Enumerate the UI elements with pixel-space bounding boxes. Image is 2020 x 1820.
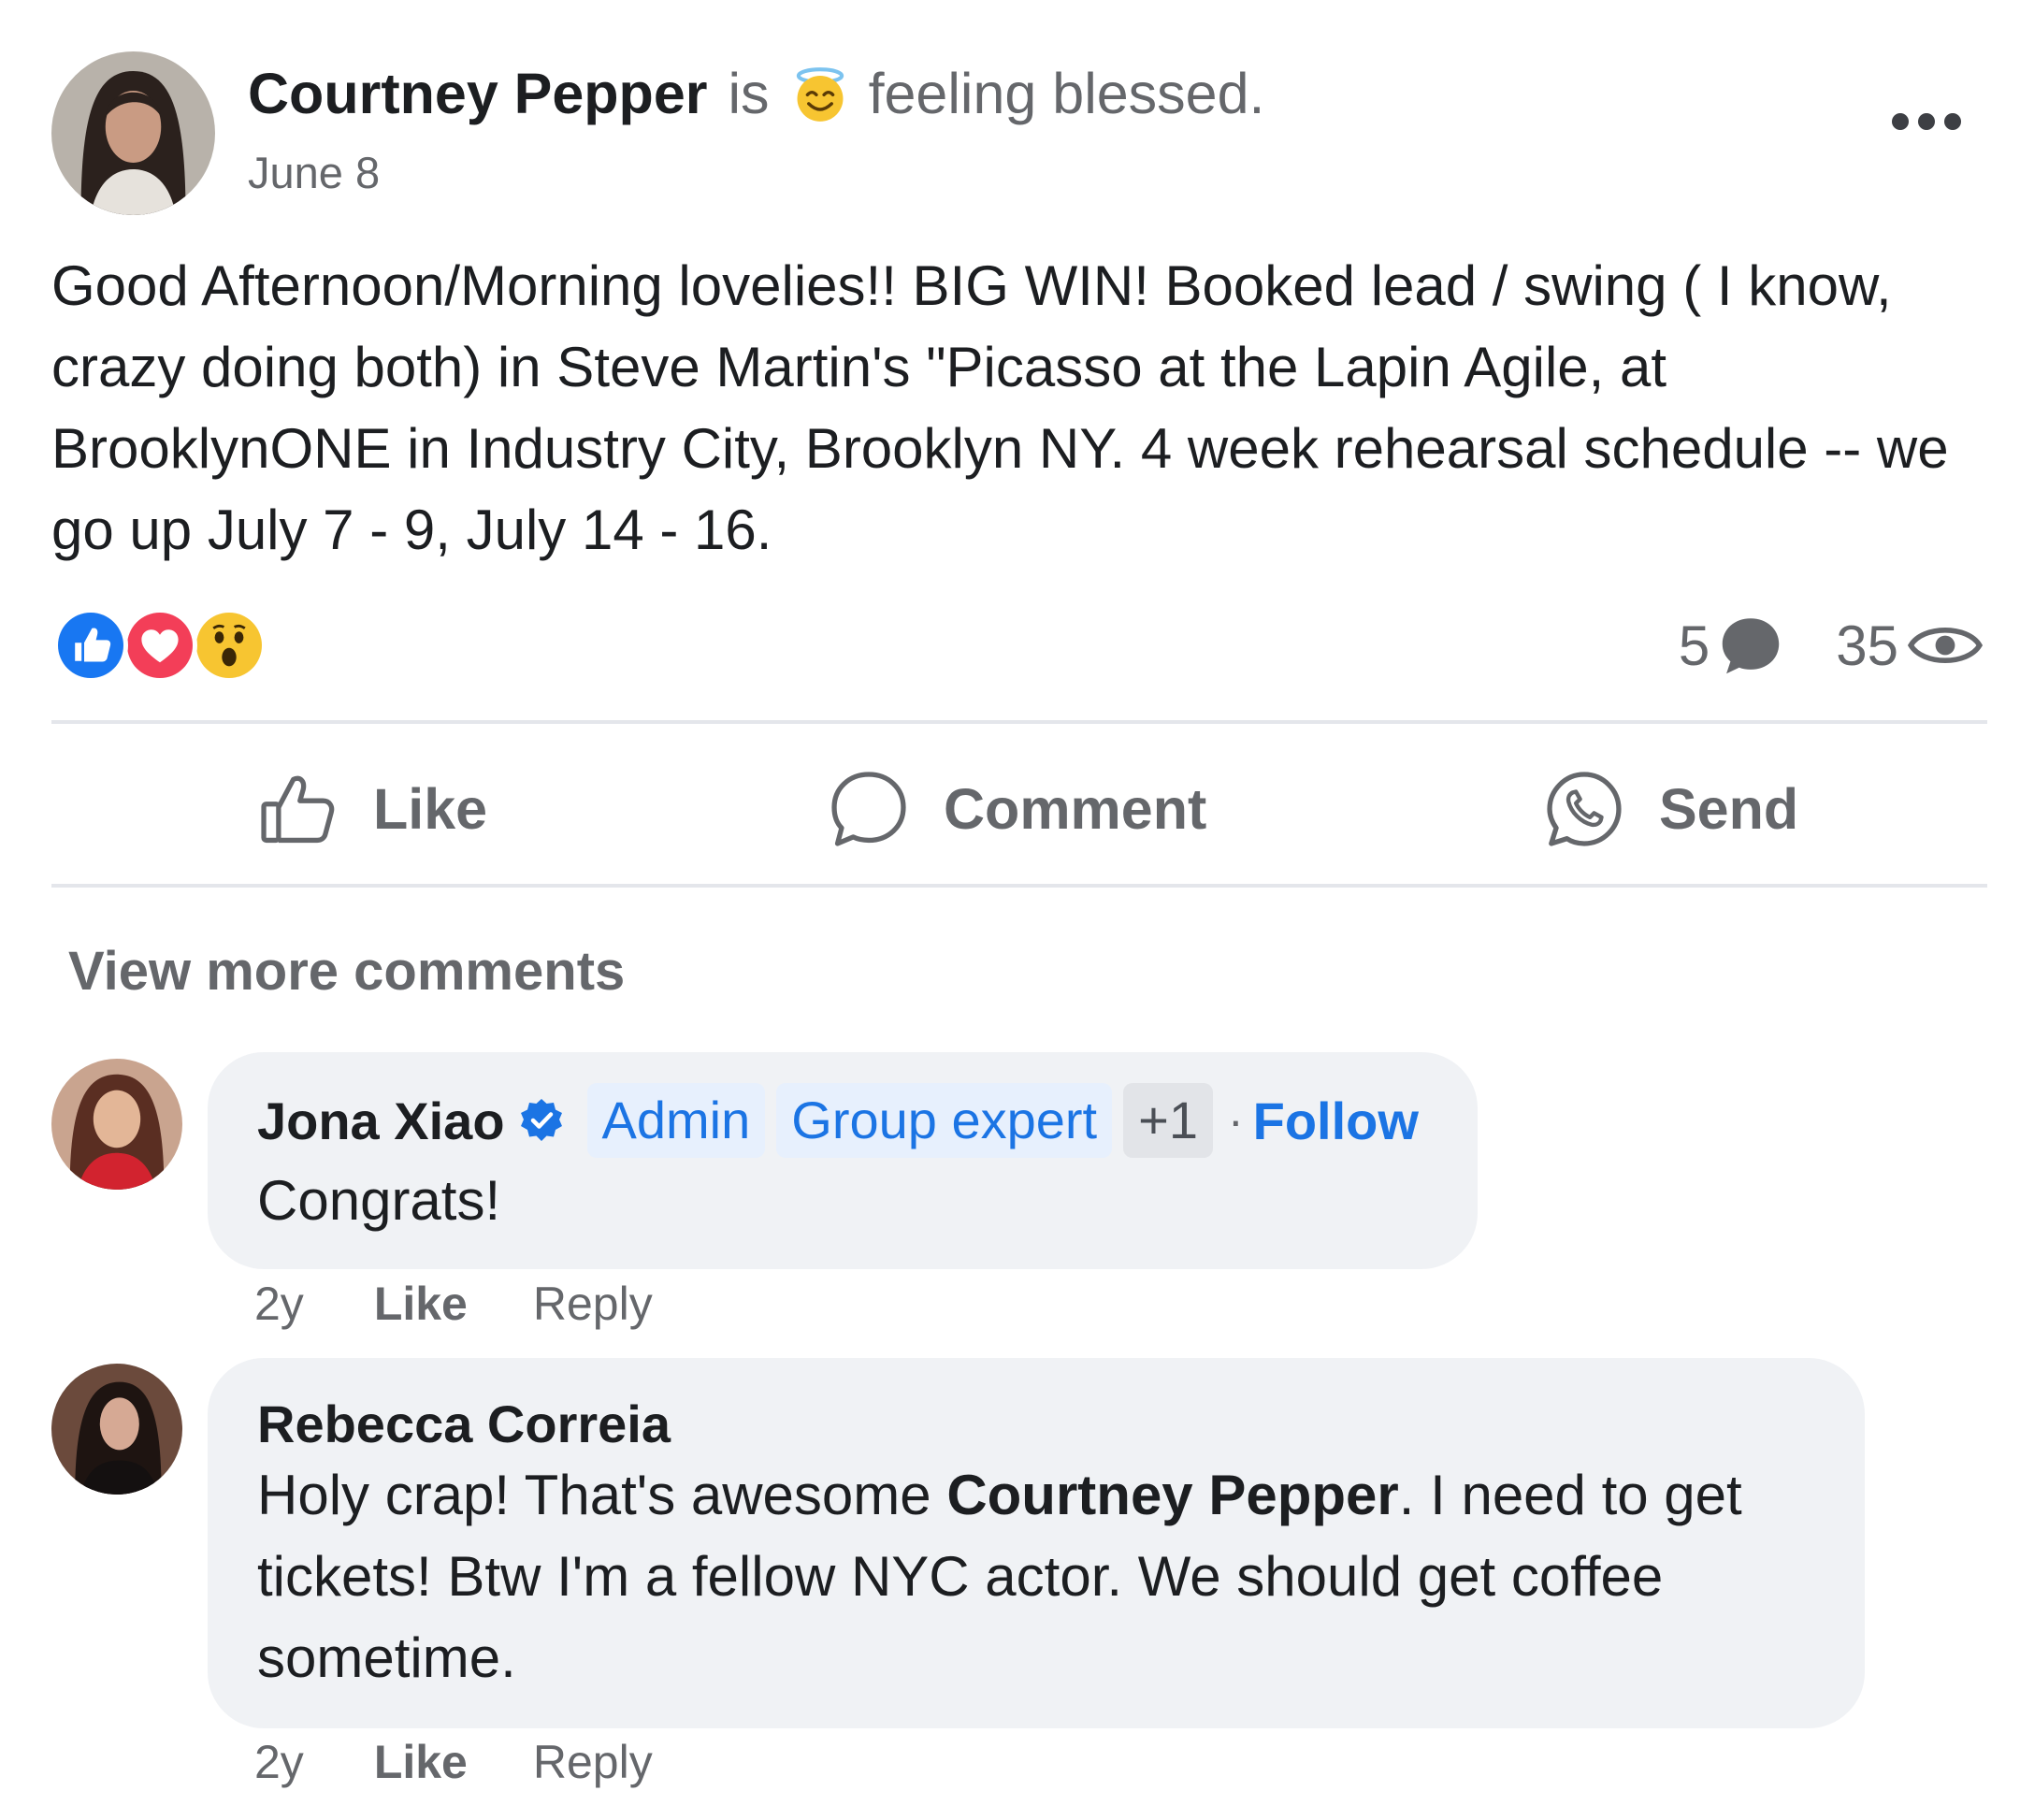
comment-reply-button[interactable]: Reply <box>533 1735 653 1789</box>
love-reaction-icon <box>123 608 197 683</box>
more-badges[interactable]: +1 <box>1123 1083 1213 1158</box>
comment-text: Congrats! <box>257 1169 501 1232</box>
post-body: Good Afternoon/Morning lovelies!! BIG WI… <box>51 254 1949 561</box>
comment-time[interactable]: 2y <box>254 1735 304 1789</box>
post-stats: 5 35 <box>1679 613 1983 678</box>
more-options-icon[interactable] <box>1870 103 1983 140</box>
commenter-avatar[interactable] <box>51 1364 182 1495</box>
view-count: 35 <box>1836 614 1898 677</box>
eye-icon <box>1908 617 1983 673</box>
follow-button[interactable]: Follow <box>1253 1091 1419 1151</box>
divider-top <box>51 720 1987 724</box>
separator-dot: · <box>1227 1094 1244 1147</box>
post-date[interactable]: June 8 <box>248 145 380 201</box>
comment-text: Holy crap! That's awesome Courtney Peppe… <box>257 1454 1828 1698</box>
comment-meta: 2y Like Reply <box>254 1277 653 1331</box>
comment-bubble-icon[interactable] <box>1717 612 1784 679</box>
commenter-name[interactable]: Jona Xiao <box>257 1091 505 1151</box>
comment-text-part: Holy crap! That's awesome <box>257 1464 947 1526</box>
comment-time[interactable]: 2y <box>254 1277 304 1331</box>
verified-badge-icon <box>518 1097 565 1144</box>
comment-header: Jona Xiao Admin Group expert +1 · Follow <box>257 1083 1419 1158</box>
author-name[interactable]: Courtney Pepper <box>248 56 708 131</box>
like-reaction-icon <box>53 608 128 683</box>
whatsapp-icon <box>1543 768 1625 850</box>
feeling-text: feeling blessed. <box>868 62 1265 125</box>
wow-reaction-icon <box>192 608 267 683</box>
post-header-line: Courtney Pepper is feeling blessed. <box>248 56 1264 131</box>
comment-like-button[interactable]: Like <box>374 1735 468 1789</box>
admin-badge[interactable]: Admin <box>586 1083 766 1158</box>
comment-icon <box>828 768 910 850</box>
comment-button[interactable]: Comment <box>828 758 1206 860</box>
divider-bottom <box>51 884 1987 888</box>
like-button[interactable]: Like <box>257 758 487 860</box>
commenter-name[interactable]: Rebecca Correia <box>257 1392 671 1457</box>
comment-count[interactable]: 5 <box>1679 614 1710 678</box>
reaction-summary[interactable] <box>53 608 278 683</box>
comment-label: Comment <box>944 777 1207 841</box>
mention-link[interactable]: Courtney Pepper <box>946 1464 1398 1526</box>
send-button[interactable]: Send <box>1543 758 1798 860</box>
halo-smile-emoji-icon <box>788 62 852 125</box>
view-more-comments-link[interactable]: View more comments <box>68 940 625 1003</box>
comment-meta: 2y Like Reply <box>254 1735 653 1789</box>
author-avatar[interactable] <box>51 51 215 215</box>
group-expert-badge[interactable]: Group expert <box>776 1083 1113 1158</box>
like-label: Like <box>373 777 488 841</box>
is-text: is <box>728 62 770 125</box>
send-label: Send <box>1659 777 1799 841</box>
comment-like-button[interactable]: Like <box>374 1277 468 1331</box>
thumbs-up-icon <box>257 768 339 850</box>
comment-reply-button[interactable]: Reply <box>533 1277 653 1331</box>
commenter-avatar[interactable] <box>51 1059 182 1190</box>
